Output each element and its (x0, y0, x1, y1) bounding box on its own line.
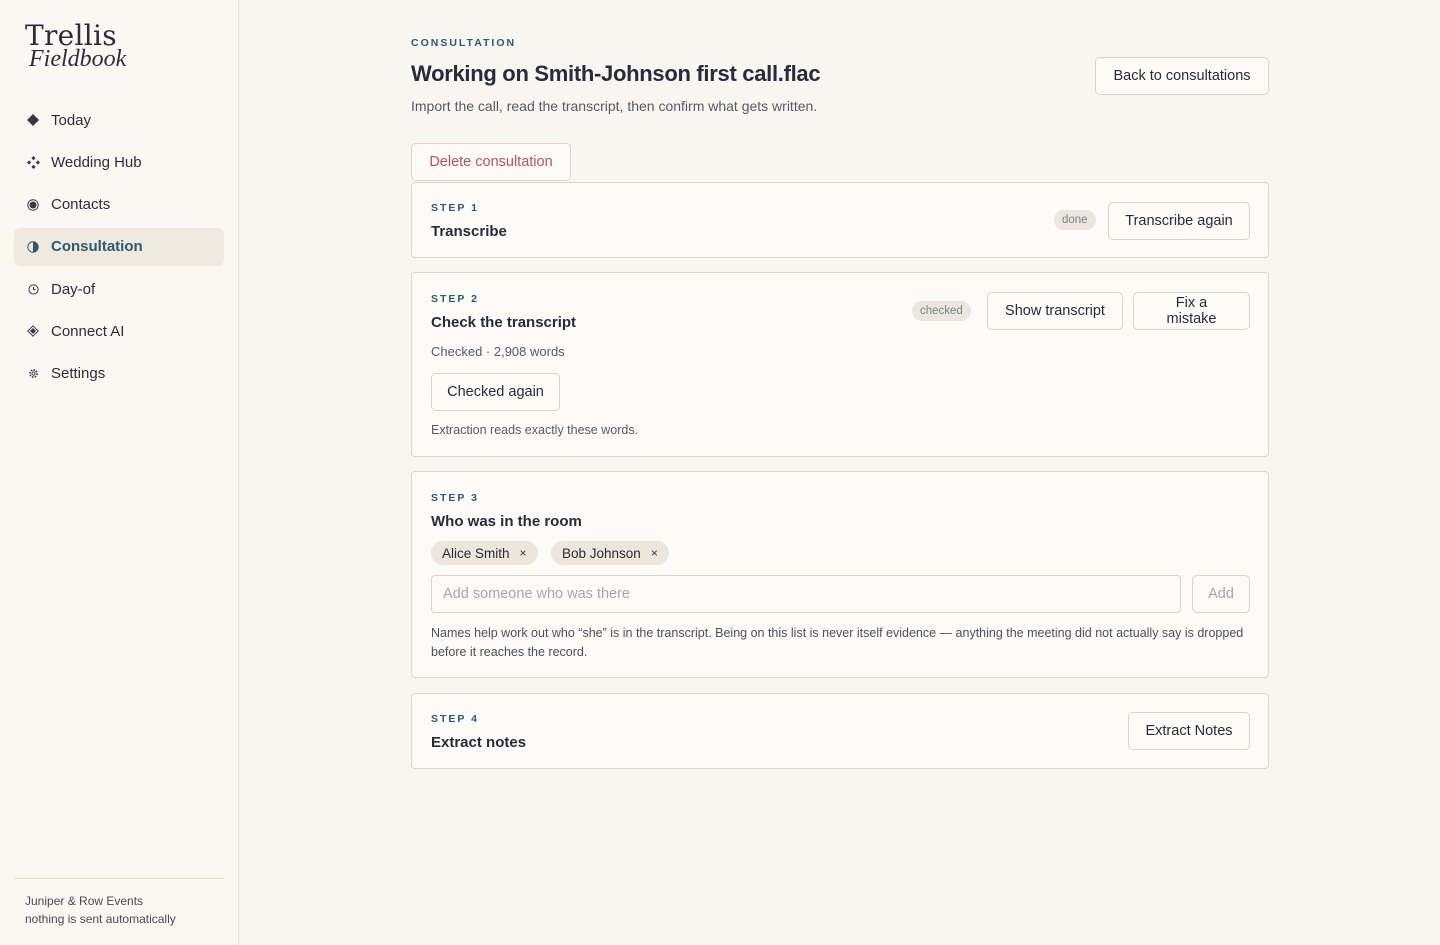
add-attendee-button[interactable]: Add (1192, 575, 1250, 613)
page-title: Working on Smith-Johnson first call.flac (411, 61, 821, 86)
diamond-outline-icon (26, 324, 40, 338)
sidebar-item-connect-ai[interactable]: Connect AI (14, 312, 224, 350)
sidebar-item-today[interactable]: Today (14, 101, 224, 139)
app-logo[interactable]: Trellis Fieldbook (25, 22, 127, 72)
extraction-note: Extraction reads exactly these words. (431, 423, 639, 437)
remove-icon[interactable]: × (520, 546, 527, 560)
org-name: Juniper & Row Events (25, 894, 144, 908)
step-4-card: STEP 4 Extract notes Extract Notes (411, 693, 1269, 769)
add-attendee-input[interactable] (431, 575, 1181, 613)
status-badge: done (1054, 210, 1096, 230)
sidebar-item-label: Wedding Hub (51, 153, 142, 171)
half-circle-icon (26, 240, 40, 254)
sidebar-nav: Today Wedding Hub Contacts Consultation (14, 101, 224, 397)
sidebar: Trellis Fieldbook Today Wedding Hub Cont… (0, 0, 239, 945)
checked-again-button[interactable]: Checked again (431, 373, 560, 411)
sidebar-footer: Juniper & Row Events nothing is sent aut… (14, 878, 224, 928)
step-2-card: STEP 2 Check the transcript checked Show… (411, 272, 1269, 457)
delete-consultation-button[interactable]: Delete consultation (411, 143, 571, 181)
attendee-name: Bob Johnson (562, 545, 641, 561)
step-3-card: STEP 3 Who was in the room Alice Smith ×… (411, 471, 1269, 678)
fix-mistake-button[interactable]: Fix a mistake (1133, 292, 1250, 330)
gear-icon (26, 367, 40, 381)
sidebar-item-label: Day-of (51, 280, 96, 298)
sidebar-item-label: Consultation (51, 238, 143, 256)
extract-notes-button[interactable]: Extract Notes (1128, 712, 1250, 750)
sidebar-item-settings[interactable]: Settings (14, 355, 224, 393)
sidebar-item-day-of[interactable]: Day-of (14, 270, 224, 308)
diamond-icon (26, 113, 40, 127)
sidebar-item-label: Contacts (51, 196, 111, 214)
transcribe-again-button[interactable]: Transcribe again (1108, 202, 1250, 240)
page-subtitle: Import the call, read the transcript, th… (411, 98, 818, 114)
clock-icon (26, 282, 40, 296)
step-1-card: STEP 1 Transcribe done Transcribe again (411, 182, 1269, 258)
sidebar-item-label: Today (51, 111, 92, 129)
footer-note: nothing is sent automatically (25, 911, 176, 926)
show-transcript-button[interactable]: Show transcript (987, 292, 1123, 330)
sidebar-item-consultation[interactable]: Consultation (14, 227, 224, 266)
sparkle-cluster-icon (26, 155, 40, 169)
step-label: STEP 3 (431, 492, 479, 504)
attendee-name: Alice Smith (442, 545, 510, 561)
attendee-help-note: Names help work out who “she” is in the … (431, 626, 1244, 659)
step-label: STEP 1 (431, 202, 479, 214)
step-title: Extract notes (431, 734, 527, 751)
step-title: Check the transcript (431, 314, 577, 331)
attendee-chip: Alice Smith × (431, 541, 538, 565)
step-title: Transcribe (431, 223, 507, 240)
step-title: Who was in the room (431, 513, 582, 530)
page-kicker: CONSULTATION (411, 37, 517, 49)
attendee-chip: Bob Johnson × (551, 541, 669, 565)
sidebar-item-wedding-hub[interactable]: Wedding Hub (14, 143, 224, 181)
transcript-status: Checked · 2,908 words (431, 344, 565, 359)
logo-subtitle: Fieldbook (29, 46, 127, 72)
sidebar-item-contacts[interactable]: Contacts (14, 186, 224, 224)
step-label: STEP 2 (431, 293, 479, 305)
dot-circle-icon (26, 198, 40, 212)
status-badge: checked (912, 301, 971, 321)
back-to-consultations-button[interactable]: Back to consultations (1095, 57, 1269, 95)
sidebar-item-label: Connect AI (51, 322, 125, 340)
sidebar-item-label: Settings (51, 365, 106, 383)
remove-icon[interactable]: × (651, 546, 658, 560)
step-label: STEP 4 (431, 713, 479, 725)
